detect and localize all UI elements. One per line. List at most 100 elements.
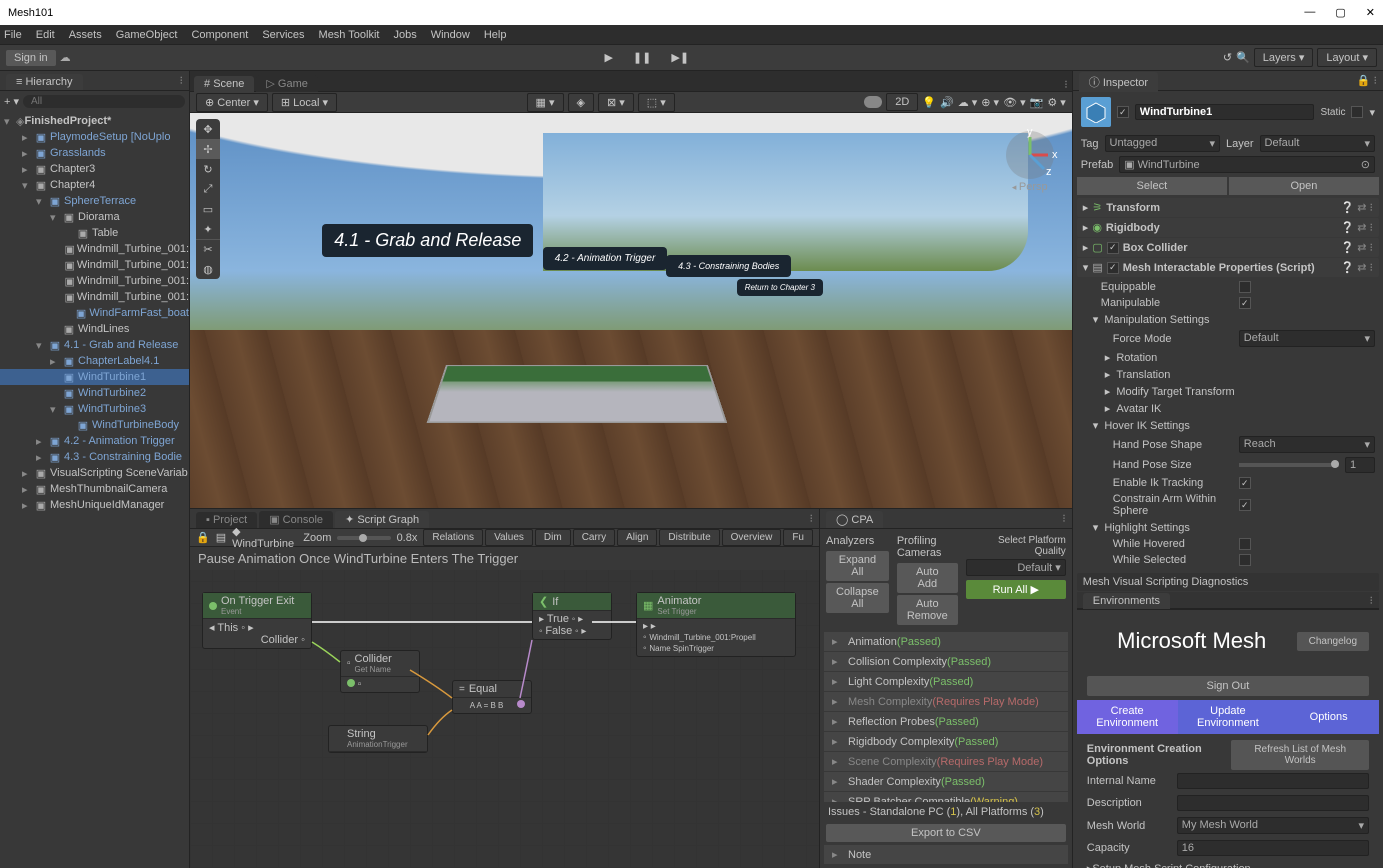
- equippable-checkbox[interactable]: [1239, 281, 1251, 293]
- cpa-row[interactable]: ▸SRP Batcher Compatible (Warning): [824, 792, 1068, 802]
- boxcollider-component[interactable]: ▸ ▢ Box Collider❔ ⇄ ⁝: [1077, 238, 1379, 257]
- enable-ik-checkbox[interactable]: [1239, 477, 1251, 489]
- panel-lock-icon[interactable]: ⁝: [180, 74, 184, 87]
- prefab-field[interactable]: ▣ WindTurbine ⊙: [1119, 156, 1375, 173]
- layer-dropdown[interactable]: Default ▾: [1260, 135, 1375, 152]
- cpa-row[interactable]: ▸Shader Complexity (Passed): [824, 772, 1068, 791]
- hand-pose-shape-dropdown[interactable]: Reach▾: [1239, 436, 1375, 453]
- cpa-row[interactable]: ▸Animation (Passed): [824, 632, 1068, 651]
- hierarchy-item[interactable]: ▸▣MeshUniqueIdManager: [0, 497, 189, 513]
- search-icon[interactable]: 🔍: [1236, 51, 1250, 64]
- export-csv-button[interactable]: Export to CSV: [826, 824, 1066, 842]
- inspector-tab[interactable]: ⓘ Inspector: [1079, 72, 1158, 92]
- graph-tb-carry[interactable]: Carry: [573, 529, 615, 546]
- node-animator[interactable]: ▦AnimatorSet Trigger ▸ ▸◦ Windmill_Turbi…: [636, 592, 796, 657]
- hierarchy-item[interactable]: ▸▣PlaymodeSetup [NoUplo: [0, 129, 189, 145]
- hierarchy-item[interactable]: ▣Windmill_Turbine_001:: [0, 241, 189, 257]
- snap2-icon[interactable]: ⊠ ▾: [598, 93, 634, 112]
- menu-services[interactable]: Services: [262, 29, 304, 41]
- orientation-gizmo[interactable]: xyz ◂ Persp: [1000, 125, 1060, 185]
- graph-tb-align[interactable]: Align: [617, 529, 657, 546]
- node-on-trigger-exit[interactable]: On Trigger ExitEvent ◂ This ◦ ▸Collider …: [202, 592, 312, 649]
- hand-pose-size-slider[interactable]: [1239, 463, 1339, 467]
- menu-mesh-toolkit[interactable]: Mesh Toolkit: [319, 29, 380, 41]
- undo-history-icon[interactable]: ↺: [1223, 51, 1232, 64]
- node-if[interactable]: ❮ If ▸ True ◦ ▸◦ False ◦ ▸: [532, 592, 612, 640]
- prefab-select-button[interactable]: Select: [1077, 177, 1227, 195]
- graph-tb-values[interactable]: Values: [485, 529, 533, 546]
- node-string[interactable]: StringAnimationTrigger: [328, 725, 428, 753]
- description-field[interactable]: [1177, 795, 1369, 811]
- while-selected-checkbox[interactable]: [1239, 554, 1251, 566]
- cpa-row[interactable]: ▸Scene Complexity (Requires Play Mode): [824, 752, 1068, 771]
- cloud-icon[interactable]: ☁: [60, 51, 71, 64]
- menu-file[interactable]: File: [4, 29, 22, 41]
- collapse-all-button[interactable]: Collapse All: [826, 583, 889, 613]
- view-tool[interactable]: ✥: [196, 119, 220, 139]
- gameobject-name-field[interactable]: [1135, 104, 1315, 120]
- manipulable-checkbox[interactable]: [1239, 297, 1251, 309]
- cpa-row[interactable]: ▸Mesh Complexity (Requires Play Mode): [824, 692, 1068, 711]
- hierarchy-item[interactable]: ▣WindFarmFast_boat: [0, 305, 189, 321]
- snap3-icon[interactable]: ⬚ ▾: [638, 93, 675, 112]
- cpa-row[interactable]: ▸Rigidbody Complexity (Passed): [824, 732, 1068, 751]
- mode-2d[interactable]: 2D: [886, 93, 918, 111]
- node-equal[interactable]: = Equal A A = B B: [452, 680, 532, 714]
- script-graph-tab[interactable]: ✦ Script Graph: [335, 511, 429, 528]
- transform-component[interactable]: ▸ ⚞ Transform❔ ⇄ ⁝: [1077, 198, 1379, 217]
- cpa-row[interactable]: ▸Collision Complexity (Passed): [824, 652, 1068, 671]
- fx-icon[interactable]: ☁ ▾: [958, 96, 978, 109]
- menu-assets[interactable]: Assets: [69, 29, 102, 41]
- hierarchy-item[interactable]: ▣Windmill_Turbine_001:: [0, 289, 189, 305]
- hierarchy-item[interactable]: ▣WindTurbineBody: [0, 417, 189, 433]
- internal-name-field[interactable]: [1177, 773, 1369, 789]
- quality-dropdown[interactable]: Default ▾: [966, 559, 1066, 576]
- rect-tool[interactable]: ▭: [196, 199, 220, 219]
- gizmos-dropdown[interactable]: ⚙ ▾: [1047, 96, 1065, 109]
- menu-window[interactable]: Window: [431, 29, 470, 41]
- project-tab[interactable]: ▪ Project: [196, 512, 257, 528]
- visibility-icon[interactable]: 👁 ▾: [1003, 96, 1026, 109]
- mesh-world-dropdown[interactable]: My Mesh World▾: [1177, 817, 1369, 834]
- graph-tb-overview[interactable]: Overview: [722, 529, 782, 546]
- graph-tb-relations[interactable]: Relations: [423, 529, 483, 546]
- graph-menu-icon[interactable]: ⁝: [810, 512, 814, 525]
- menu-component[interactable]: Component: [191, 29, 248, 41]
- step-button[interactable]: ▶❚: [663, 51, 697, 64]
- game-tab[interactable]: ▷ Game: [256, 75, 317, 92]
- play-button[interactable]: ▶: [596, 51, 620, 64]
- hierarchy-item[interactable]: ▸▣4.3 - Constraining Bodie: [0, 449, 189, 465]
- rigidbody-component[interactable]: ▸ ◉ Rigidbody❔ ⇄ ⁝: [1077, 218, 1379, 237]
- pause-button[interactable]: ❚❚: [625, 51, 659, 64]
- layers-dropdown[interactable]: Layers ▾: [1254, 48, 1314, 67]
- environments-tab[interactable]: Environments: [1083, 593, 1170, 609]
- hierarchy-item[interactable]: ▾▣SphereTerrace: [0, 193, 189, 209]
- audio-icon[interactable]: 🔊: [940, 96, 954, 109]
- expand-all-button[interactable]: Expand All: [826, 551, 889, 581]
- light-icon[interactable]: 💡: [922, 96, 936, 109]
- cpa-row[interactable]: ▸Reflection Probes (Passed): [824, 712, 1068, 731]
- grid-icon[interactable]: ▦ ▾: [527, 93, 564, 112]
- custom-tool-2[interactable]: ◍: [196, 259, 220, 279]
- hierarchy-item[interactable]: ▣WindLines: [0, 321, 189, 337]
- hierarchy-item[interactable]: ▾▣Chapter4: [0, 177, 189, 193]
- force-mode-dropdown[interactable]: Default▾: [1239, 330, 1375, 347]
- hierarchy-item[interactable]: ▸▣VisualScripting SceneVariab: [0, 465, 189, 481]
- console-tab[interactable]: ▣ Console: [259, 511, 333, 528]
- minimize-button[interactable]: —: [1304, 6, 1315, 19]
- hierarchy-tree[interactable]: ▾◈ FinishedProject*▸▣PlaymodeSetup [NoUp…: [0, 111, 189, 868]
- hierarchy-item[interactable]: ▾▣WindTurbine3: [0, 401, 189, 417]
- hierarchy-search[interactable]: [23, 95, 185, 108]
- hierarchy-item[interactable]: ▣WindTurbine1: [0, 369, 189, 385]
- scale-tool[interactable]: ⤢: [196, 179, 220, 199]
- hierarchy-item[interactable]: ▾▣Diorama: [0, 209, 189, 225]
- sign-out-button[interactable]: Sign Out: [1087, 676, 1369, 696]
- inspector-lock-icon[interactable]: 🔒 ⁝: [1357, 74, 1377, 87]
- prefab-open-button[interactable]: Open: [1229, 177, 1379, 195]
- transform-tool[interactable]: ✦: [196, 219, 220, 239]
- draw-mode-toggle[interactable]: [864, 96, 882, 108]
- snap-icon[interactable]: ◈: [568, 93, 594, 112]
- cpa-menu-icon[interactable]: ⁝: [1062, 512, 1066, 525]
- graph-save-icon[interactable]: ▤: [216, 531, 226, 544]
- layout-dropdown[interactable]: Layout ▾: [1317, 48, 1377, 67]
